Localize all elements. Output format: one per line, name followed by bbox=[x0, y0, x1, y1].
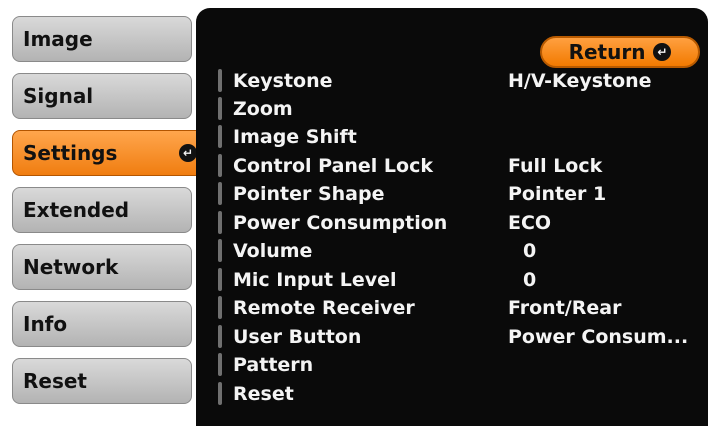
menu-item-label: Image Shift bbox=[233, 125, 357, 148]
tab-label: Reset bbox=[23, 369, 87, 393]
tab-label: Network bbox=[23, 255, 119, 279]
tab-signal[interactable]: Signal bbox=[12, 73, 192, 119]
menu-item-value: Power Consum... bbox=[508, 325, 689, 348]
menu-item-label: Reset bbox=[233, 382, 294, 405]
menu-item-value: ECO bbox=[508, 211, 552, 234]
return-button[interactable]: Return ↵ bbox=[540, 36, 700, 68]
menu-item-pointer-shape[interactable]: Pointer Shape Pointer 1 bbox=[218, 180, 698, 207]
tab-extended[interactable]: Extended bbox=[12, 187, 192, 233]
menu-item-label: Volume bbox=[233, 239, 313, 262]
tab-settings[interactable]: Settings ↵ bbox=[12, 130, 208, 176]
tab-image[interactable]: Image bbox=[12, 16, 192, 62]
tab-label: Image bbox=[23, 27, 93, 51]
tab-label: Settings bbox=[23, 141, 118, 165]
settings-panel: Return ↵ Keystone H/V-Keystone Zoom Imag… bbox=[196, 8, 708, 426]
menu-item-pattern[interactable]: Pattern bbox=[218, 351, 698, 378]
return-label: Return bbox=[568, 40, 646, 64]
tab-label: Info bbox=[23, 312, 68, 336]
menu-item-zoom[interactable]: Zoom bbox=[218, 95, 698, 122]
menu-item-value: Pointer 1 bbox=[508, 182, 607, 205]
tab-label: Extended bbox=[23, 198, 130, 222]
menu-item-label: Power Consumption bbox=[233, 211, 448, 234]
menu-item-label: Pattern bbox=[233, 353, 314, 376]
menu-item-value: 0 bbox=[523, 239, 537, 262]
menu-item-label: Remote Receiver bbox=[233, 296, 415, 319]
menu-item-remote-receiver[interactable]: Remote Receiver Front/Rear bbox=[218, 294, 698, 321]
menu-item-mic-input-level[interactable]: Mic Input Level 0 bbox=[218, 266, 698, 293]
menu-item-label: User Button bbox=[233, 325, 362, 348]
menu-item-volume[interactable]: Volume 0 bbox=[218, 237, 698, 264]
menu-item-value: H/V-Keystone bbox=[508, 69, 652, 92]
menu-item-label: Mic Input Level bbox=[233, 268, 397, 291]
enter-icon: ↵ bbox=[653, 43, 672, 61]
menu-item-keystone[interactable]: Keystone H/V-Keystone bbox=[218, 67, 698, 94]
menu-item-label: Control Panel Lock bbox=[233, 154, 433, 177]
tab-reset[interactable]: Reset bbox=[12, 358, 192, 404]
tab-label: Signal bbox=[23, 84, 94, 108]
tab-network[interactable]: Network bbox=[12, 244, 192, 290]
tab-info[interactable]: Info bbox=[12, 301, 192, 347]
menu-item-value: Full Lock bbox=[508, 154, 603, 177]
menu-item-control-panel-lock[interactable]: Control Panel Lock Full Lock bbox=[218, 152, 698, 179]
menu-item-reset[interactable]: Reset bbox=[218, 380, 698, 407]
menu-item-label: Keystone bbox=[233, 69, 333, 92]
enter-icon: ↵ bbox=[179, 144, 197, 162]
menu-item-user-button[interactable]: User Button Power Consum... bbox=[218, 323, 698, 350]
menu-item-image-shift[interactable]: Image Shift bbox=[218, 123, 698, 150]
menu-item-value: Front/Rear bbox=[508, 296, 622, 319]
menu-item-label: Zoom bbox=[233, 97, 293, 120]
menu-item-label: Pointer Shape bbox=[233, 182, 385, 205]
menu-item-power-consumption[interactable]: Power Consumption ECO bbox=[218, 209, 698, 236]
menu-item-value: 0 bbox=[523, 268, 537, 291]
